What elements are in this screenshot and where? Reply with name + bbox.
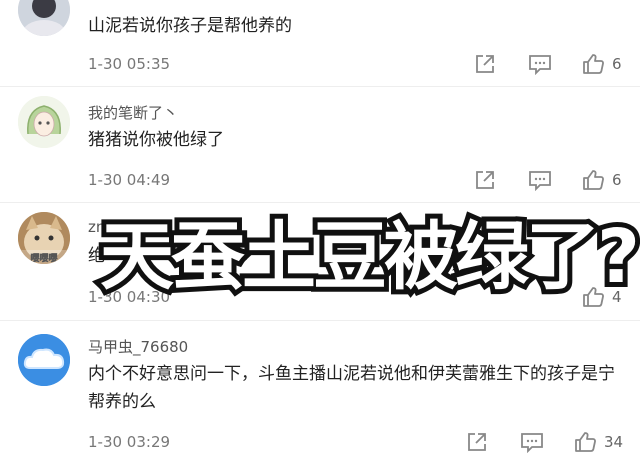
thumbs-up-icon — [575, 432, 596, 452]
share-button[interactable] — [474, 52, 496, 76]
like-count: 6 — [612, 171, 622, 189]
username[interactable]: 马甲虫_76680 — [88, 336, 188, 357]
share-button[interactable] — [466, 430, 488, 454]
comment-icon — [529, 171, 551, 191]
comment-text: 内个不好意思问一下，斗鱼主播山泥若说他和伊芙蕾雅生下的孩子是宁帮养的么 — [88, 364, 615, 412]
comment-button[interactable] — [528, 168, 552, 192]
avatar-caption: 嘤嘤嘤 — [30, 252, 57, 264]
share-icon — [476, 171, 494, 189]
comment-time: 1-30 03:29 — [88, 433, 171, 451]
comment-icon — [529, 55, 551, 75]
thumbs-up-icon — [583, 170, 604, 190]
like-count: 6 — [612, 55, 622, 73]
share-icon — [468, 433, 486, 451]
comment-button[interactable] — [520, 430, 544, 454]
overlay-caption: 天蚕土豆被绿了? — [95, 209, 640, 305]
divider — [0, 202, 640, 203]
comment-button[interactable] — [528, 52, 552, 76]
comment-text: 山泥若说你孩子是帮他养的 — [88, 16, 292, 36]
divider — [0, 86, 640, 87]
share-icon — [476, 55, 494, 73]
comment-text: 猪猪说你被他绿了 — [88, 130, 224, 150]
like-button[interactable]: 6 — [582, 52, 622, 76]
avatar[interactable]: 嘤嘤嘤 — [18, 212, 70, 264]
username[interactable]: 我的笔断了丶 — [88, 102, 178, 123]
avatar[interactable] — [18, 96, 70, 148]
comment-time: 1-30 05:35 — [88, 55, 171, 73]
thumbs-up-icon — [583, 54, 604, 74]
like-button[interactable]: 34 — [574, 430, 623, 454]
comment-icon — [521, 433, 543, 453]
comment-time: 1-30 04:49 — [88, 171, 171, 189]
like-count: 34 — [604, 433, 624, 451]
avatar[interactable] — [18, 0, 70, 36]
share-button[interactable] — [474, 168, 496, 192]
divider — [0, 320, 640, 321]
avatar[interactable] — [18, 334, 70, 386]
like-button[interactable]: 6 — [582, 168, 622, 192]
